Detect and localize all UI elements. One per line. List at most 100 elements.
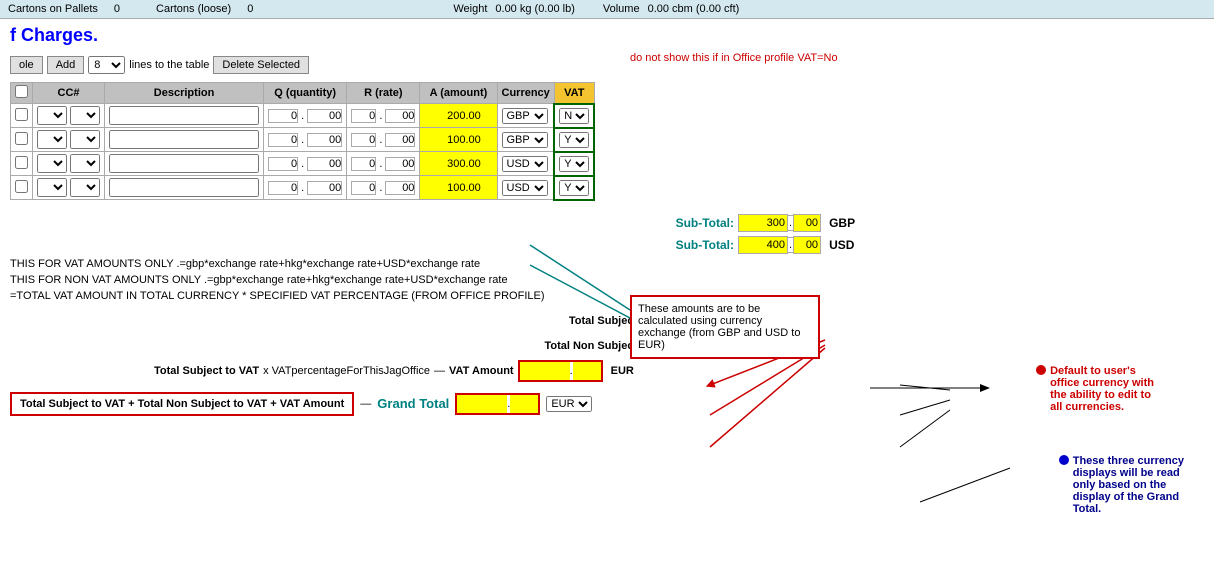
- table-row: . . .: [11, 176, 595, 200]
- row2-vat[interactable]: NY: [559, 132, 589, 148]
- row1-desc[interactable]: [109, 106, 259, 125]
- vat-amount-a2[interactable]: [573, 362, 601, 380]
- total-non-subject-vat-row: Total Non Subject to VAT . EUR: [10, 335, 1214, 357]
- vat-note: THIS FOR VAT AMOUNTS ONLY .=gbp*exchange…: [0, 256, 1214, 272]
- row1-q2[interactable]: [307, 109, 342, 123]
- subtotal-usd-a1[interactable]: [738, 236, 788, 254]
- row1-a1[interactable]: [420, 110, 465, 122]
- vat-amount-a1[interactable]: [520, 362, 570, 380]
- page-title: f Charges.: [0, 19, 1214, 52]
- row4-r1[interactable]: [351, 181, 376, 195]
- vat-amount-row: Total Subject to VAT x VATpercentageForT…: [10, 360, 1214, 382]
- default-currency-text: Default to user's office currency with t…: [1050, 365, 1154, 413]
- row3-r2[interactable]: [385, 157, 415, 171]
- row3-a1[interactable]: [420, 158, 465, 170]
- vat-amount-label: VAT Amount: [449, 365, 514, 377]
- row2-cc1[interactable]: [37, 130, 67, 149]
- three-currency-text: These three currency displays will be re…: [1073, 455, 1184, 515]
- row1-q1[interactable]: [268, 109, 298, 123]
- row2-q1[interactable]: [268, 133, 298, 147]
- add-button[interactable]: Add: [47, 56, 85, 74]
- cartons-loose-val: 0: [247, 3, 253, 15]
- col-vat: VAT: [554, 83, 594, 104]
- row3-q1[interactable]: [268, 157, 298, 171]
- lines-count-select[interactable]: 8 4 16: [88, 56, 125, 74]
- row3-desc[interactable]: [109, 154, 259, 173]
- row1-r1[interactable]: [351, 109, 376, 123]
- row3-vat[interactable]: NY: [559, 156, 589, 172]
- annotation-box: These amounts are to be calculated using…: [630, 295, 820, 359]
- row4-a2[interactable]: [469, 182, 497, 194]
- row2-q2[interactable]: [307, 133, 342, 147]
- non-vat-note: THIS FOR NON VAT AMOUNTS ONLY .=gbp*exch…: [0, 272, 1214, 288]
- charges-table: CC# Description Q (quantity) R (rate) A …: [10, 82, 595, 201]
- delete-selected-button[interactable]: Delete Selected: [213, 56, 309, 74]
- row1-cc1[interactable]: [37, 106, 67, 125]
- blue-dot-1: [1059, 455, 1069, 465]
- row2-r2[interactable]: [385, 133, 415, 147]
- row3-cc1[interactable]: [37, 154, 67, 173]
- row4-checkbox[interactable]: [15, 180, 28, 193]
- row3-cc2[interactable]: [70, 154, 100, 173]
- row2-currency[interactable]: GBPUSDEUR: [502, 132, 548, 148]
- row4-currency[interactable]: GBPUSDEUR: [502, 180, 548, 196]
- grand-total-dash: —: [360, 398, 371, 410]
- grand-total-a1[interactable]: [457, 395, 507, 413]
- row1-vat[interactable]: NY: [559, 108, 589, 124]
- row3-checkbox[interactable]: [15, 156, 28, 169]
- row2-cc2[interactable]: [70, 130, 100, 149]
- subtotal-usd-a2[interactable]: [793, 236, 821, 254]
- col-cc: CC#: [33, 83, 105, 104]
- subtotal-usd-amount: .: [738, 236, 821, 254]
- cartons-loose-label: Cartons (loose): [156, 3, 231, 15]
- row1-currency[interactable]: GBPUSDEUR: [502, 108, 548, 124]
- select-all-checkbox[interactable]: [15, 85, 28, 98]
- row1-r2[interactable]: [385, 109, 415, 123]
- row1-checkbox[interactable]: [15, 108, 28, 121]
- col-quantity: Q (quantity): [264, 83, 347, 104]
- vat-dash: —: [434, 365, 445, 377]
- subtotal-gbp-label: Sub-Total:: [614, 216, 734, 230]
- row4-q2[interactable]: [307, 181, 342, 195]
- subtotal-gbp-row: Sub-Total: . GBP: [10, 212, 1214, 234]
- col-checkbox: [11, 83, 33, 104]
- subtotal-usd-label: Sub-Total:: [614, 238, 734, 252]
- row2-r1[interactable]: [351, 133, 376, 147]
- row2-desc[interactable]: [109, 130, 259, 149]
- row4-cc1[interactable]: [37, 178, 67, 197]
- row4-q1[interactable]: [268, 181, 298, 195]
- row1-cc2[interactable]: [70, 106, 100, 125]
- subtotal-gbp-amount: .: [738, 214, 821, 232]
- total-formula-note: =TOTAL VAT AMOUNT IN TOTAL CURRENCY * SP…: [0, 288, 1214, 304]
- row4-a1[interactable]: [420, 182, 465, 194]
- row1-a2[interactable]: [469, 110, 497, 122]
- col-description: Description: [105, 83, 264, 104]
- grand-total-currency-select[interactable]: EURGBPUSD: [546, 396, 592, 412]
- subtotal-gbp-a2[interactable]: [793, 214, 821, 232]
- row3-a2[interactable]: [469, 158, 497, 170]
- subtotal-gbp-currency: GBP: [829, 216, 855, 230]
- row3-currency[interactable]: GBPUSDEUR: [502, 156, 548, 172]
- subtotal-gbp-a1[interactable]: [738, 214, 788, 232]
- cartons-pallets-val: 0: [114, 3, 120, 15]
- col-currency: Currency: [497, 83, 554, 104]
- row3-q2[interactable]: [307, 157, 342, 171]
- weight-label: Weight: [453, 3, 487, 15]
- vat-amount-eur: EUR: [611, 365, 634, 377]
- weight-val: 0.00 kg (0.00 lb): [495, 3, 575, 15]
- red-dot-1: [1036, 365, 1046, 375]
- vat-no-annotation: do not show this if in Office profile VA…: [630, 52, 838, 64]
- row4-desc[interactable]: [109, 178, 259, 197]
- table-button[interactable]: ole: [10, 56, 43, 74]
- row4-r2[interactable]: [385, 181, 415, 195]
- row2-a2[interactable]: [469, 134, 497, 146]
- row4-vat[interactable]: NY: [559, 180, 589, 196]
- grand-total-label: Grand Total: [377, 396, 449, 411]
- row2-a1[interactable]: [420, 134, 465, 146]
- table-row: . . .: [11, 104, 595, 128]
- row3-r1[interactable]: [351, 157, 376, 171]
- grand-total-a2[interactable]: [510, 395, 538, 413]
- row4-cc2[interactable]: [70, 178, 100, 197]
- row2-checkbox[interactable]: [15, 132, 28, 145]
- vat-formula: x VATpercentageForThisJagOffice: [263, 365, 430, 377]
